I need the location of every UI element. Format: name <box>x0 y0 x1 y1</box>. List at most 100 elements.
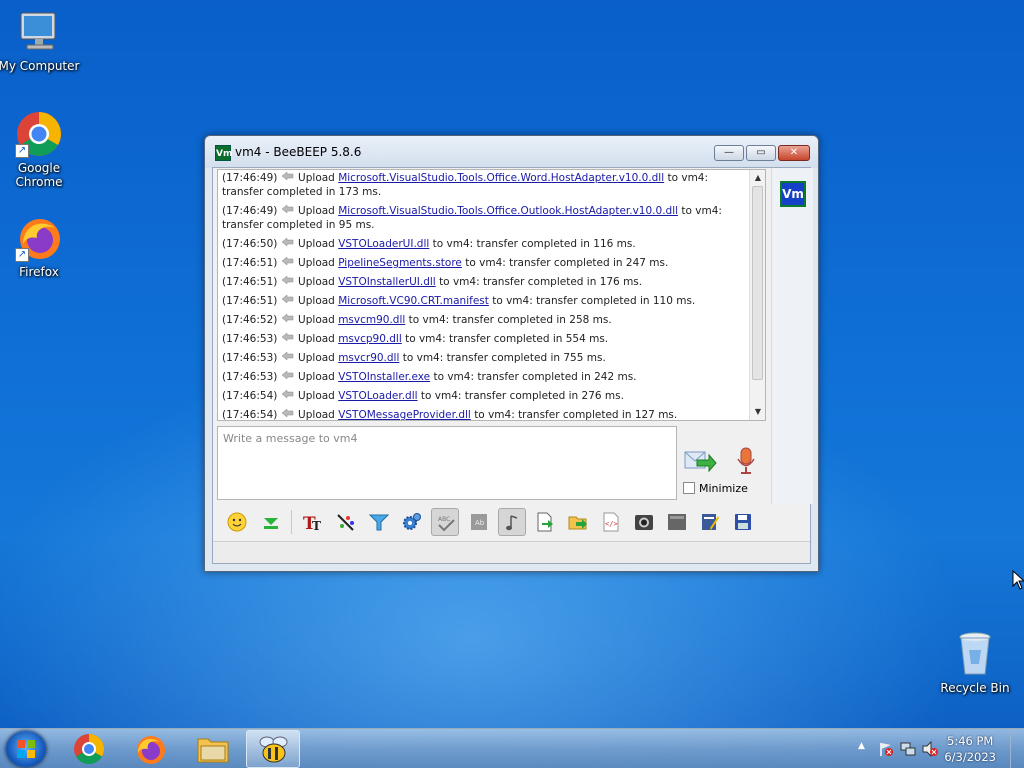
desktop-icon-my-computer[interactable]: My Computer <box>0 8 81 73</box>
scroll-up-icon[interactable]: ▲ <box>750 170 765 186</box>
clear-icon <box>668 514 686 530</box>
desktop-icon-label: Recycle Bin <box>940 681 1010 695</box>
windows-logo-icon <box>17 740 35 758</box>
message-box[interactable] <box>217 426 677 500</box>
send-file-button[interactable] <box>531 508 559 536</box>
system-tray: ▲ 5:46 PM 6/3/2023 <box>834 729 1024 768</box>
settings-button[interactable] <box>398 508 426 536</box>
file-link[interactable]: PipelineSegments.store <box>338 257 462 269</box>
html-icon: </> <box>603 512 619 532</box>
screenshot-icon <box>635 515 653 530</box>
chat-log[interactable]: (17:46:49) Upload Microsoft.VisualStudio… <box>217 169 766 421</box>
log-detail: to vm4: transfer completed in 554 ms. <box>405 333 609 345</box>
network-icon[interactable] <box>900 741 916 757</box>
log-timestamp: (17:46:54) <box>222 409 278 421</box>
log-entry: (17:46:54) Upload VSTOLoader.dll to vm4:… <box>222 388 747 403</box>
message-input[interactable] <box>218 428 676 449</box>
html-button[interactable]: </> <box>597 508 625 536</box>
upload-icon <box>281 369 295 380</box>
send-icon <box>684 451 717 473</box>
upload-icon <box>281 331 295 342</box>
log-timestamp: (17:46:49) <box>222 205 278 217</box>
log-detail: to vm4: transfer completed in 755 ms. <box>402 352 606 364</box>
start-button[interactable] <box>6 731 46 767</box>
taskbar-chrome[interactable] <box>62 730 116 768</box>
taskbar-clock[interactable]: 5:46 PM 6/3/2023 <box>944 733 996 765</box>
word-complete-button[interactable]: Ab <box>465 508 493 536</box>
file-link[interactable]: VSTOLoader.dll <box>338 390 417 402</box>
log-detail: to vm4: transfer completed in 127 ms. <box>474 409 678 421</box>
file-link[interactable]: msvcr90.dll <box>338 352 399 364</box>
emoticon-icon <box>227 512 247 532</box>
font-button[interactable]: TT <box>299 508 327 536</box>
file-link[interactable]: VSTOInstaller.exe <box>338 371 430 383</box>
upload-icon <box>281 407 295 418</box>
beebeep-chat-window[interactable]: Vm vm4 - BeeBEEP 5.8.6 — ▭ ✕ (17:46:49) … <box>204 135 819 572</box>
screenshot-button[interactable] <box>630 508 658 536</box>
spellcheck-icon: ABC <box>438 516 455 532</box>
user-avatar-badge[interactable]: Vm <box>780 181 806 207</box>
voice-message-button[interactable] <box>735 446 757 476</box>
file-link[interactable]: Microsoft.VisualStudio.Tools.Office.Word… <box>338 172 664 184</box>
send-folder-button[interactable] <box>564 508 592 536</box>
send-file-icon <box>537 512 553 532</box>
log-entry: (17:46:52) Upload msvcm90.dll to vm4: tr… <box>222 312 747 327</box>
taskbar-firefox[interactable] <box>124 730 178 768</box>
save-button[interactable] <box>729 508 757 536</box>
edit-button[interactable] <box>696 508 724 536</box>
action-center-icon[interactable] <box>878 741 894 757</box>
log-detail: to vm4: transfer completed in 110 ms. <box>492 295 696 307</box>
file-link[interactable]: Microsoft.VC90.CRT.manifest <box>338 295 489 307</box>
minimize-button[interactable]: — <box>714 145 744 161</box>
file-link[interactable]: VSTOLoaderUI.dll <box>338 238 429 250</box>
filter-button[interactable] <box>365 508 393 536</box>
log-action: Upload <box>298 276 335 288</box>
minimize-checkbox[interactable] <box>683 482 695 494</box>
log-timestamp: (17:46:54) <box>222 390 278 402</box>
close-button[interactable]: ✕ <box>778 145 810 161</box>
send-button[interactable] <box>683 446 717 476</box>
upload-icon <box>281 274 295 285</box>
desktop-icon-firefox[interactable]: ↗ Firefox <box>0 214 81 279</box>
clear-button[interactable] <box>663 508 691 536</box>
scroll-down-icon[interactable]: ▼ <box>750 404 765 420</box>
sound-button[interactable] <box>498 508 526 536</box>
show-hidden-icons-button[interactable]: ▲ <box>858 741 865 751</box>
file-link[interactable]: VSTOMessageProvider.dll <box>338 409 471 420</box>
file-link[interactable]: msvcp90.dll <box>338 333 402 345</box>
spellcheck-button[interactable]: ABC <box>431 508 459 536</box>
file-link[interactable]: Microsoft.VisualStudio.Tools.Office.Outl… <box>338 205 678 217</box>
color-icon <box>337 514 354 531</box>
mouse-cursor-icon <box>1012 570 1024 590</box>
user-side-panel: Vm <box>771 168 813 504</box>
download-button[interactable] <box>257 508 285 536</box>
desktop-icon-recycle-bin[interactable]: Recycle Bin <box>933 630 1017 695</box>
taskbar-file-explorer[interactable] <box>186 730 240 768</box>
scroll-thumb[interactable] <box>752 186 763 380</box>
settings-icon <box>403 513 421 530</box>
minimize-checkbox-row[interactable]: Minimize <box>683 482 748 495</box>
bee-icon <box>259 736 288 763</box>
file-link[interactable]: msvcm90.dll <box>338 314 405 326</box>
log-entry: (17:46:49) Upload Microsoft.VisualStudio… <box>222 203 747 232</box>
log-timestamp: (17:46:51) <box>222 295 278 307</box>
log-timestamp: (17:46:53) <box>222 371 278 383</box>
microphone-icon <box>737 447 755 474</box>
file-link[interactable]: VSTOInstallerUI.dll <box>338 276 436 288</box>
font-color-button[interactable] <box>332 508 360 536</box>
maximize-button[interactable]: ▭ <box>746 145 776 161</box>
save-icon <box>735 514 751 530</box>
desktop-icon-google-chrome[interactable]: ↗ Google Chrome <box>0 110 81 189</box>
log-entry: (17:46:50) Upload VSTOLoaderUI.dll to vm… <box>222 236 747 251</box>
volume-muted-icon[interactable] <box>922 741 938 757</box>
svg-text:ABC: ABC <box>438 516 450 523</box>
filter-icon <box>369 514 389 531</box>
window-titlebar[interactable]: Vm vm4 - BeeBEEP 5.8.6 — ▭ ✕ <box>205 136 818 168</box>
log-action: Upload <box>298 352 335 364</box>
chat-log-scrollbar[interactable]: ▲ ▼ <box>749 170 765 420</box>
status-bar <box>213 541 810 563</box>
taskbar-beebeep[interactable] <box>246 730 300 768</box>
firefox-icon <box>137 736 165 764</box>
show-desktop-button[interactable] <box>1010 729 1024 768</box>
emoticon-button[interactable] <box>223 508 251 536</box>
